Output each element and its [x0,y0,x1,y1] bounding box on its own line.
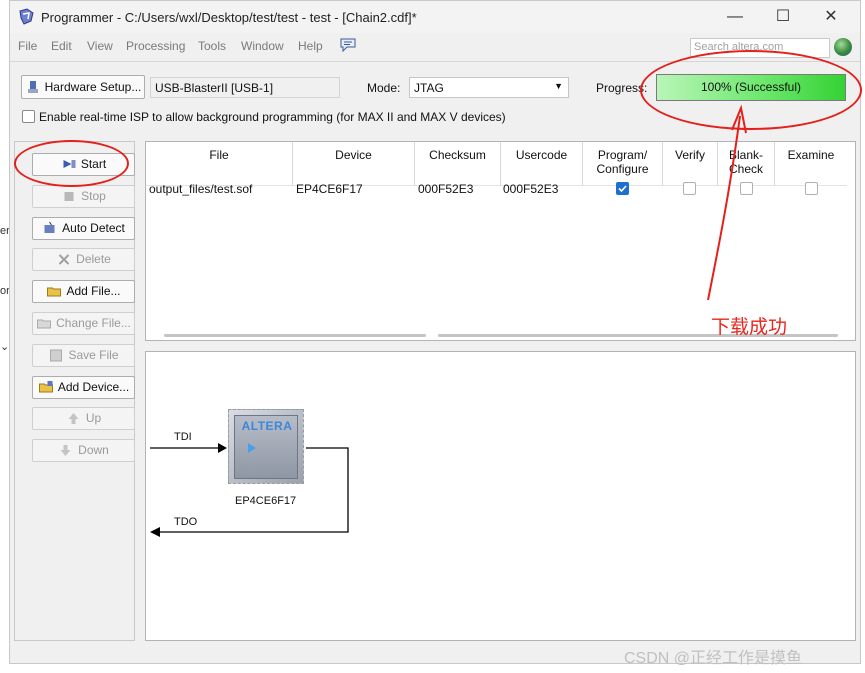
hardware-setup-button[interactable]: Hardware Setup... [21,75,145,99]
stop-label: Stop [81,188,106,203]
col-header-checksum[interactable]: Checksum [415,142,501,186]
col-header-file[interactable]: File [146,142,293,186]
auto-detect-button[interactable]: Auto Detect [32,216,135,240]
add-file-button[interactable]: Add File... [32,280,135,304]
chip-device-label: EP4CE6F17 [235,495,297,507]
menu-view[interactable]: View [87,39,113,53]
altera-logo: ALTERA [241,419,293,433]
minimize-button[interactable]: — [724,7,746,27]
add-device-button[interactable]: Add Device... [32,375,135,399]
hardware-setup-label: Hardware Setup... [44,80,142,94]
play-marker-icon [248,443,256,453]
device-chip[interactable]: ALTERA [228,409,304,484]
up-button[interactable]: Up [32,407,135,431]
mode-label: Mode: [367,81,401,95]
cell-file[interactable]: output_files/test.sof [149,182,252,196]
menu-help[interactable]: Help [298,39,323,53]
annotation-arrow [707,104,747,301]
globe-icon[interactable] [834,38,852,56]
change-file-button[interactable]: Change File... [32,312,135,335]
col-header-program-configure[interactable]: Program/ Configure [583,142,663,186]
annotation-success-text: 下载成功 [711,316,788,338]
col-header-device[interactable]: Device [293,142,415,186]
down-arrow-icon [60,445,71,457]
watermark: CSDN @正经工作是摸鱼 [624,650,803,667]
down-button[interactable]: Down [32,439,135,463]
menu-edit[interactable]: Edit [51,39,72,53]
jtag-chain-diagram: TDI TDO ALTERA EP4CE6F17 [145,351,856,641]
window-title: Programmer - C:/Users/wxl/Desktop/test/t… [41,10,417,25]
add-device-label: Add Device... [57,379,130,394]
mode-value: JTAG [414,81,444,95]
isp-label: Enable real-time ISP to allow background… [39,110,506,124]
up-label: Up [85,411,102,426]
hardware-value: USB-BlasterII [USB-1] [150,77,340,98]
add-device-icon [38,380,53,393]
stop-button[interactable]: Stop [32,184,135,208]
delete-icon [58,254,70,266]
help-chat-icon[interactable] [340,38,356,52]
tdi-label: TDI [174,431,192,443]
folder-icon [47,287,62,297]
folder-icon [37,319,52,329]
down-label: Down [78,443,109,458]
save-icon [50,349,63,362]
menu-processing[interactable]: Processing [126,39,185,53]
save-file-button[interactable]: Save File [32,343,135,367]
program-configure-checkbox[interactable] [616,182,629,195]
up-arrow-icon [68,413,79,425]
change-file-label: Change File... [56,316,131,330]
chevron-down-icon: ▼ [554,81,563,91]
annotation-start-ellipse [14,140,129,187]
auto-detect-label: Auto Detect [62,220,125,235]
stop-icon [64,191,74,201]
col-header-examine[interactable]: Examine [775,142,847,186]
menu-tools[interactable]: Tools [198,39,226,53]
cell-checksum: 000F52E3 [418,182,474,196]
horizontal-scrollbar-left[interactable] [164,334,426,337]
isp-checkbox[interactable] [22,110,35,123]
title-bar: Programmer - C:/Users/wxl/Desktop/test/t… [10,1,860,33]
auto-detect-icon [44,221,55,233]
add-file-label: Add File... [66,284,121,299]
background-fragment: ⌄ [0,341,10,353]
close-button[interactable]: ✕ [820,7,842,27]
mode-select[interactable]: JTAG ▼ [409,77,569,98]
checkmark-icon [618,185,627,193]
cell-usercode: 000F52E3 [503,182,559,196]
save-file-label: Save File [68,347,119,362]
hardware-icon [27,81,38,93]
delete-button[interactable]: Delete [32,248,135,272]
tdo-label: TDO [174,516,198,528]
delete-label: Delete [76,252,111,267]
programmer-app-icon [19,8,34,25]
examine-checkbox[interactable] [805,182,818,195]
verify-checkbox[interactable] [683,182,696,195]
menu-file[interactable]: File [18,39,37,53]
chip-body: ALTERA [234,415,298,479]
maximize-button[interactable]: ☐ [772,7,794,27]
cell-device[interactable]: EP4CE6F17 [296,182,363,196]
menu-window[interactable]: Window [241,39,284,53]
col-header-usercode[interactable]: Usercode [501,142,583,186]
